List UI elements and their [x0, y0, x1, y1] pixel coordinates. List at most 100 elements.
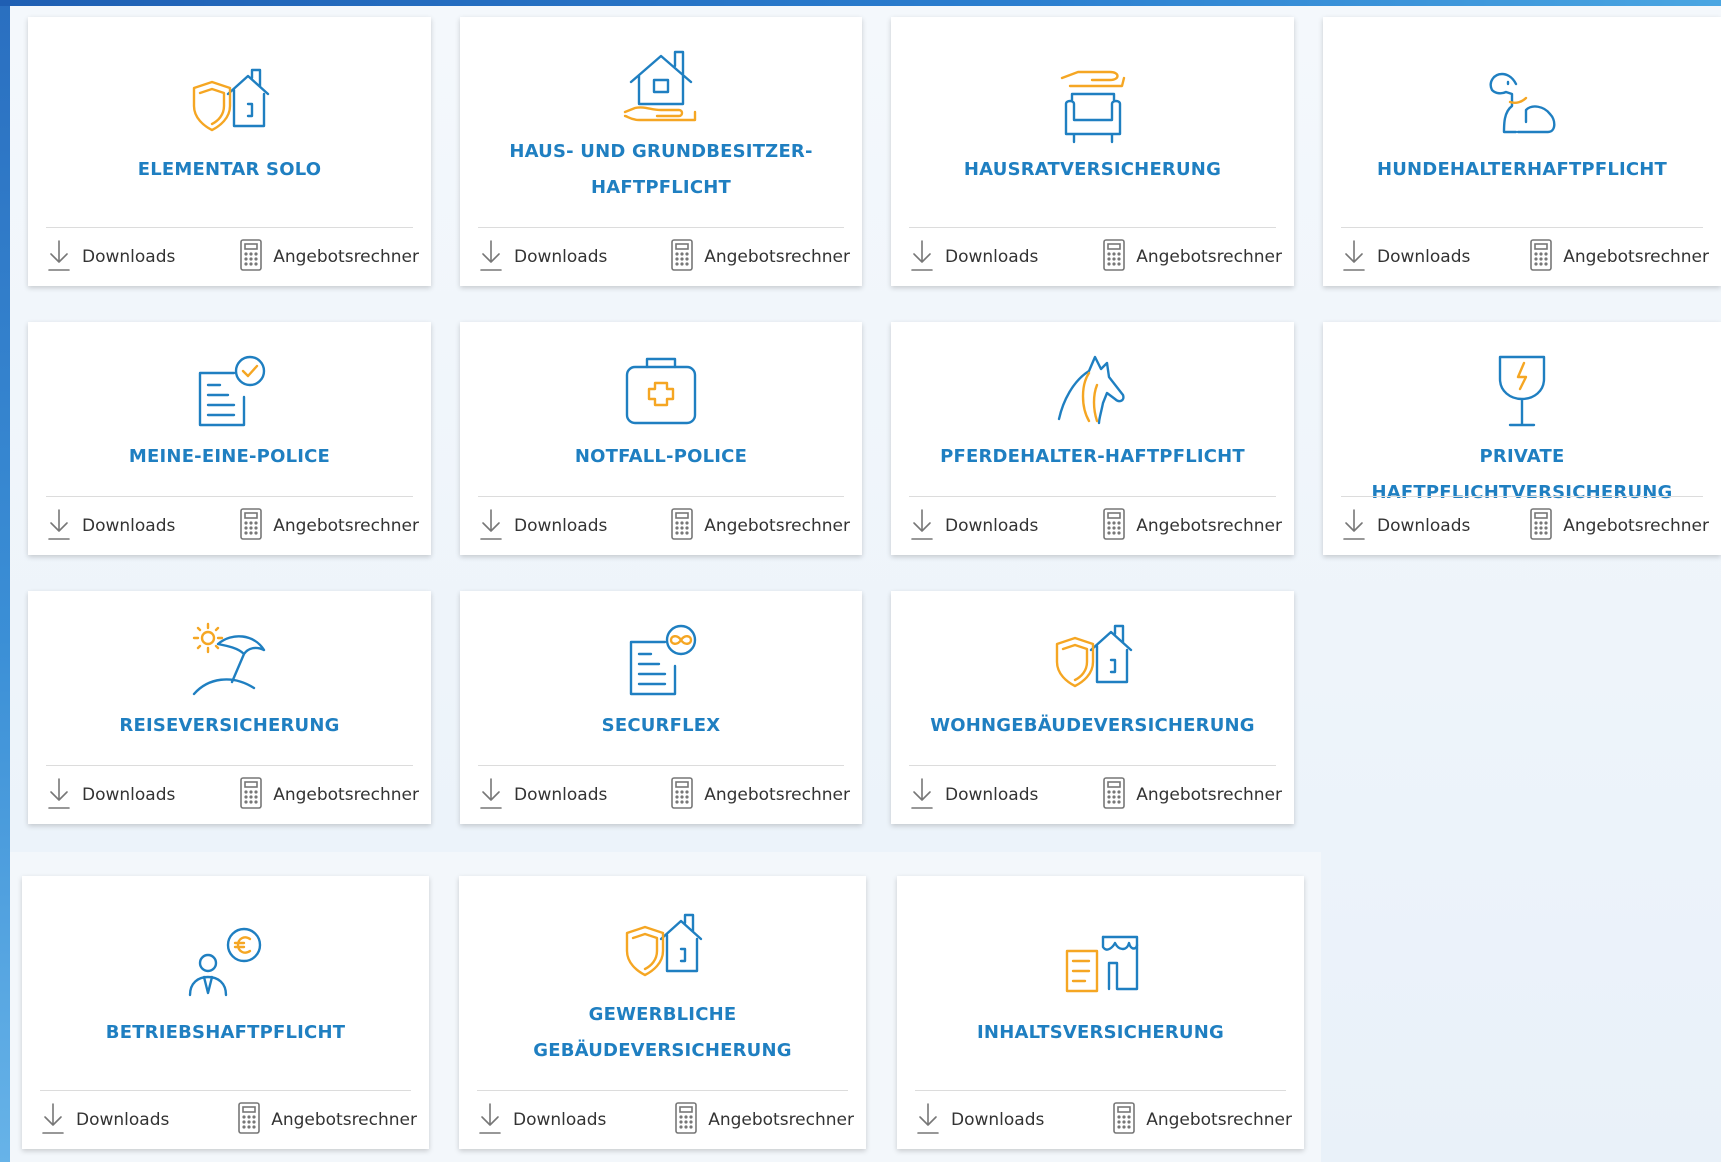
downloads-link[interactable]: Downloads: [915, 1101, 1044, 1140]
broken-glass-icon: [1323, 351, 1721, 431]
downloads-label: Downloads: [76, 1110, 170, 1130]
card-actions: Downloads Angebotsrechner: [46, 497, 419, 555]
calculator-icon: [674, 1101, 708, 1140]
download-icon: [478, 776, 514, 815]
product-title[interactable]: HAUSRATVERSICHERUNG: [903, 152, 1282, 188]
card-actions: Downloads Angebotsrechner: [477, 1091, 854, 1149]
calculator-icon: [237, 1101, 271, 1140]
product-card[interactable]: SECURFLEX Downloads Angebotsrechner: [460, 591, 862, 824]
product-card[interactable]: INHALTSVERSICHERUNG Downloads Angebotsre…: [897, 876, 1304, 1149]
download-icon: [478, 507, 514, 546]
downloads-link[interactable]: Downloads: [40, 1101, 169, 1140]
product-card[interactable]: HAUS- UND GRUNDBESITZER- HAFTPFLICHT Down…: [460, 17, 862, 286]
calculator-link[interactable]: Angebotsrechner: [1102, 776, 1282, 815]
download-icon: [478, 238, 514, 277]
product-title[interactable]: INHALTSVERSICHERUNG: [909, 1015, 1292, 1051]
person-euro-icon: [22, 927, 429, 997]
product-card[interactable]: ELEMENTAR SOLO Downloads Angebotsrechner: [28, 17, 431, 286]
product-card[interactable]: MEINE-EINE-POLICE Downloads Angebotsrech…: [28, 322, 431, 555]
downloads-link[interactable]: Downloads: [46, 776, 175, 815]
downloads-link[interactable]: Downloads: [909, 238, 1038, 277]
calculator-link[interactable]: Angebotsrechner: [1102, 238, 1282, 277]
product-card[interactable]: PFERDEHALTER-HAFTPFLICHT Downloads Angeb…: [891, 322, 1294, 555]
product-card[interactable]: PRIVATE HAFTPFLICHTVERSICHERUNG Download…: [1323, 322, 1721, 555]
calculator-label: Angebotsrechner: [704, 247, 850, 267]
card-actions: Downloads Angebotsrechner: [1341, 497, 1709, 555]
calculator-link[interactable]: Angebotsrechner: [237, 1101, 417, 1140]
calculator-link[interactable]: Angebotsrechner: [1529, 507, 1709, 546]
calculator-link[interactable]: Angebotsrechner: [674, 1101, 854, 1140]
card-actions: Downloads Angebotsrechner: [478, 766, 850, 824]
product-title[interactable]: REISEVERSICHERUNG: [40, 708, 419, 744]
product-title-line: GEBÄUDEVERSICHERUNG: [533, 1040, 792, 1061]
downloads-link[interactable]: Downloads: [909, 776, 1038, 815]
product-title-line: NOTFALL-POLICE: [574, 446, 748, 467]
download-icon: [909, 776, 945, 815]
product-title[interactable]: NOTFALL-POLICE: [472, 439, 850, 475]
product-title-line: INHALTSVERSICHERUNG: [977, 1022, 1224, 1043]
product-title[interactable]: HAUS- UND GRUNDBESITZER- HAFTPFLICHT: [472, 134, 850, 206]
product-card[interactable]: NOTFALL-POLICE Downloads Angebotsrechner: [460, 322, 862, 555]
calculator-link[interactable]: Angebotsrechner: [1112, 1101, 1292, 1140]
downloads-link[interactable]: Downloads: [1341, 238, 1470, 277]
downloads-link[interactable]: Downloads: [1341, 507, 1470, 546]
product-title[interactable]: GEWERBLICHE GEBÄUDEVERSICHERUNG: [471, 997, 854, 1069]
product-card[interactable]: BETRIEBSHAFTPFLICHT Downloads Angebotsre…: [22, 876, 429, 1149]
calculator-label: Angebotsrechner: [1136, 516, 1282, 536]
product-title[interactable]: MEINE-EINE-POLICE: [40, 439, 419, 475]
calculator-link[interactable]: Angebotsrechner: [670, 776, 850, 815]
product-title[interactable]: HUNDEHALTERHAFTPFLICHT: [1335, 152, 1709, 188]
document-infinity-icon: [460, 620, 862, 700]
calculator-label: Angebotsrechner: [704, 516, 850, 536]
calculator-link[interactable]: Angebotsrechner: [1102, 507, 1282, 546]
download-icon: [46, 507, 82, 546]
downloads-label: Downloads: [951, 1110, 1045, 1130]
product-title-line: MEINE-EINE-POLICE: [128, 446, 331, 467]
calculator-link[interactable]: Angebotsrechner: [670, 238, 850, 277]
downloads-link[interactable]: Downloads: [46, 507, 175, 546]
product-title-line: HAFTPFLICHT: [591, 177, 731, 198]
card-actions: Downloads Angebotsrechner: [46, 766, 419, 824]
calculator-link[interactable]: Angebotsrechner: [670, 507, 850, 546]
product-title[interactable]: WOHNGEBÄUDEVERSICHERUNG: [903, 708, 1282, 744]
product-title-line: SECURFLEX: [601, 715, 721, 736]
calculator-label: Angebotsrechner: [273, 785, 419, 805]
product-card[interactable]: WOHNGEBÄUDEVERSICHERUNG Downloads Angebo…: [891, 591, 1294, 824]
downloads-link[interactable]: Downloads: [478, 776, 607, 815]
product-title[interactable]: BETRIEBSHAFTPFLICHT: [34, 1015, 417, 1051]
downloads-label: Downloads: [82, 516, 176, 536]
downloads-link[interactable]: Downloads: [46, 238, 175, 277]
calculator-link[interactable]: Angebotsrechner: [1529, 238, 1709, 277]
calculator-label: Angebotsrechner: [1563, 247, 1709, 267]
download-icon: [909, 507, 945, 546]
downloads-label: Downloads: [1377, 247, 1471, 267]
card-actions: Downloads Angebotsrechner: [909, 766, 1282, 824]
download-icon: [46, 776, 82, 815]
calculator-link[interactable]: Angebotsrechner: [239, 507, 419, 546]
calculator-link[interactable]: Angebotsrechner: [239, 776, 419, 815]
downloads-link[interactable]: Downloads: [478, 238, 607, 277]
product-title[interactable]: PFERDEHALTER-HAFTPFLICHT: [903, 439, 1282, 475]
calculator-icon: [1529, 238, 1563, 277]
product-card[interactable]: REISEVERSICHERUNG Downloads Angebotsrech…: [28, 591, 431, 824]
product-title-line: REISEVERSICHERUNG: [119, 715, 340, 736]
sofa-hand-icon: [891, 64, 1294, 154]
beach-umbrella-icon: [28, 620, 431, 700]
downloads-link[interactable]: Downloads: [909, 507, 1038, 546]
product-card[interactable]: GEWERBLICHE GEBÄUDEVERSICHERUNG Downloads…: [459, 876, 866, 1149]
card-actions: Downloads Angebotsrechner: [909, 228, 1282, 286]
card-actions: Downloads Angebotsrechner: [46, 228, 419, 286]
download-icon: [1341, 507, 1377, 546]
product-card[interactable]: HAUSRATVERSICHERUNG Downloads Angebotsre…: [891, 17, 1294, 286]
download-icon: [40, 1101, 76, 1140]
product-title[interactable]: ELEMENTAR SOLO: [40, 152, 419, 188]
house-hand-icon: [460, 46, 862, 126]
product-title[interactable]: SECURFLEX: [472, 708, 850, 744]
product-card[interactable]: HUNDEHALTERHAFTPFLICHT Downloads Angebot…: [1323, 17, 1721, 286]
house-shield-icon: [28, 64, 431, 134]
downloads-link[interactable]: Downloads: [477, 1101, 606, 1140]
calculator-link[interactable]: Angebotsrechner: [239, 238, 419, 277]
calculator-icon: [1529, 507, 1563, 546]
document-check-icon: [28, 351, 431, 431]
downloads-link[interactable]: Downloads: [478, 507, 607, 546]
